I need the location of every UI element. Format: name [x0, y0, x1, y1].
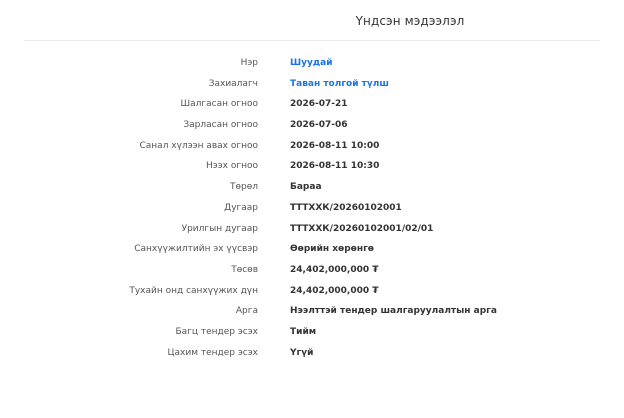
info-row-customer: Захиалагч Таван толгой түлш [0, 74, 624, 95]
info-value: Нээлттэй тендер шалгаруулалтын арга [290, 306, 497, 317]
info-label: Төсөв [231, 264, 258, 275]
info-row-budget: Төсөв 24,402,000,000 ₮ [0, 260, 624, 281]
basic-info-panel: Үндсэн мэдээлэл Нэр Шуудай Захиалагч Тав… [0, 0, 624, 418]
info-value: Үгүй [290, 347, 314, 358]
info-label: Зарласан огноо [183, 120, 258, 131]
info-row-checked-date: Шалгасан огноо 2026-07-21 [0, 94, 624, 115]
info-label: Нэр [240, 58, 258, 68]
info-value: 2026-08-11 10:00 [290, 140, 380, 151]
info-label: Шалгасан огноо [180, 99, 258, 110]
info-value: Өөрийн хөрөнгө [290, 244, 374, 255]
info-label: Санхүүжилтийн эх үүсвэр [134, 244, 258, 255]
info-label: Багц тендер эсэх [175, 326, 258, 337]
info-row-submission-date: Санал хүлээн авах огноо 2026-08-11 10:00 [0, 136, 624, 157]
panel-title: Үндсэн мэдээлэл [355, 14, 465, 28]
customer-link[interactable]: Таван толгой түлш [290, 79, 389, 89]
info-value: ТТТХХК/20260102001/02/01 [290, 223, 434, 234]
info-label: Санал хүлээн авах огноо [139, 140, 259, 151]
info-row-package-tender: Багц тендер эсэх Тийм [0, 322, 624, 343]
info-value: Бараа [290, 182, 322, 193]
info-label: Захиалагч [208, 78, 258, 89]
info-row-method: Арга Нээлттэй тендер шалгаруулалтын арга [0, 301, 624, 322]
info-row-funding-source: Санхүүжилтийн эх үүсвэр Өөрийн хөрөнгө [0, 239, 624, 260]
panel-header: Үндсэн мэдээлэл [24, 0, 600, 41]
info-label: Нээх огноо [206, 161, 258, 172]
info-value: 2026-07-06 [290, 120, 348, 131]
info-label: Тухайн онд санхүүжих дүн [129, 285, 258, 296]
info-value: Тийм [290, 326, 317, 337]
info-row-number: Дугаар ТТТХХК/20260102001 [0, 198, 624, 219]
info-label: Арга [235, 306, 258, 317]
tender-name-link[interactable]: Шуудай [290, 58, 333, 68]
info-label: Дугаар [224, 202, 258, 213]
info-row-name: Нэр Шуудай [0, 53, 624, 74]
info-value: 24,402,000,000 ₮ [290, 264, 379, 275]
info-row-opening-date: Нээх огноо 2026-08-11 10:30 [0, 156, 624, 177]
info-row-invitation-number: Урилгын дугаар ТТТХХК/20260102001/02/01 [0, 219, 624, 240]
info-value: 24,402,000,000 ₮ [290, 285, 379, 296]
info-row-type: Төрөл Бараа [0, 177, 624, 198]
info-value: ТТТХХК/20260102001 [290, 202, 402, 213]
info-label: Урилгын дугаар [181, 223, 258, 234]
info-label: Цахим тендер эсэх [167, 347, 258, 358]
info-row-e-tender: Цахим тендер эсэх Үгүй [0, 343, 624, 364]
info-row-annual-funding: Тухайн онд санхүүжих дүн 24,402,000,000 … [0, 281, 624, 302]
info-value: 2026-07-21 [290, 99, 348, 110]
info-label: Төрөл [230, 182, 258, 193]
info-list: Нэр Шуудай Захиалагч Таван толгой түлш Ш… [0, 53, 624, 363]
info-value: 2026-08-11 10:30 [290, 161, 380, 172]
info-row-announced-date: Зарласан огноо 2026-07-06 [0, 115, 624, 136]
